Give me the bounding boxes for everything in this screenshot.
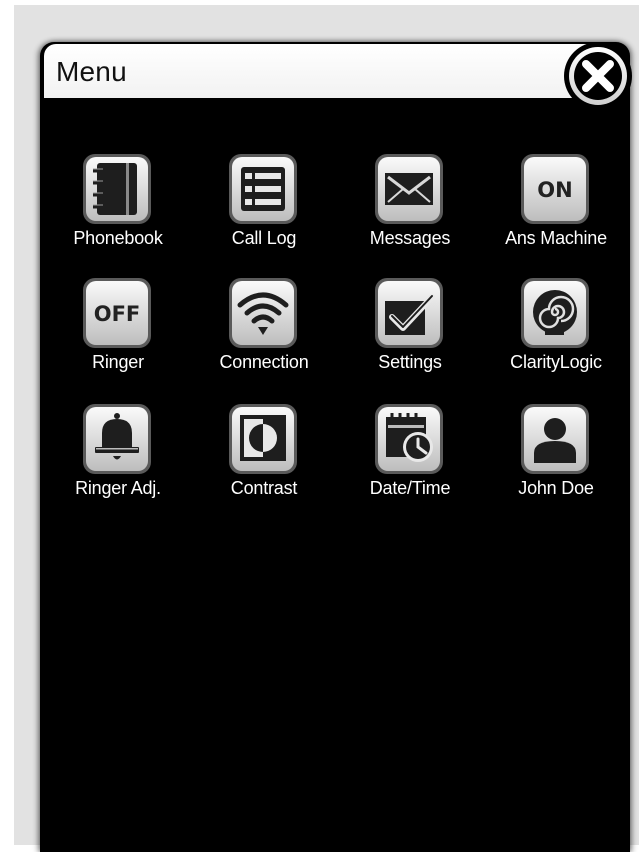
menu-item-label: Ringer Adj. (75, 478, 161, 498)
phonebook-icon (82, 153, 152, 225)
menu-item-ringer-adj[interactable]: Ringer Adj. (44, 400, 192, 510)
svg-text:OFF: OFF (94, 302, 141, 326)
menu-item-label: Contrast (230, 478, 298, 498)
menu-item-contrast[interactable]: Contrast (190, 400, 338, 510)
menu-item-label: Date/Time (369, 478, 451, 498)
menu-item-label: Call Log (231, 228, 297, 248)
menu-item-label: Ringer (92, 352, 144, 372)
menu-item-ans-machine[interactable]: ON Ans Machine (482, 150, 630, 260)
person-icon (520, 403, 590, 475)
on-toggle-icon: ON (520, 153, 590, 225)
menu-item-date-time[interactable]: Date/Time (336, 400, 484, 510)
menu-item-label: ClarityLogic (510, 352, 602, 372)
close-x-icon (564, 42, 632, 110)
checkbox-icon (374, 277, 444, 349)
menu-item-label: Ans Machine (505, 228, 607, 248)
menu-item-label: John Doe (518, 478, 594, 498)
wifi-icon (228, 277, 298, 349)
svg-text:ON: ON (537, 178, 572, 202)
call-log-icon (228, 153, 298, 225)
envelope-icon (374, 153, 444, 225)
contrast-icon (228, 403, 298, 475)
menu-item-claritylogic[interactable]: ClarityLogic (482, 274, 630, 384)
close-button[interactable] (556, 39, 638, 113)
menu-item-label: Phonebook (73, 228, 163, 248)
head-spiral-icon (520, 277, 590, 349)
menu-item-ringer[interactable]: OFF Ringer (44, 274, 192, 384)
menu-item-phonebook[interactable]: Phonebook (44, 150, 192, 260)
menu-item-messages[interactable]: Messages (336, 150, 484, 260)
menu-header: Menu (44, 44, 604, 98)
calendar-clock-icon (374, 403, 444, 475)
menu-title: Menu (56, 56, 127, 87)
menu-item-settings[interactable]: Settings (336, 274, 484, 384)
menu-item-label: Messages (369, 228, 451, 248)
menu-item-label: Connection (219, 352, 309, 372)
bell-icon (82, 403, 152, 475)
menu-item-john-doe[interactable]: John Doe (482, 400, 630, 510)
menu-item-label: Settings (378, 352, 442, 372)
off-toggle-icon: OFF (82, 277, 152, 349)
menu-item-connection[interactable]: Connection (190, 274, 338, 384)
menu-item-call-log[interactable]: Call Log (190, 150, 338, 260)
